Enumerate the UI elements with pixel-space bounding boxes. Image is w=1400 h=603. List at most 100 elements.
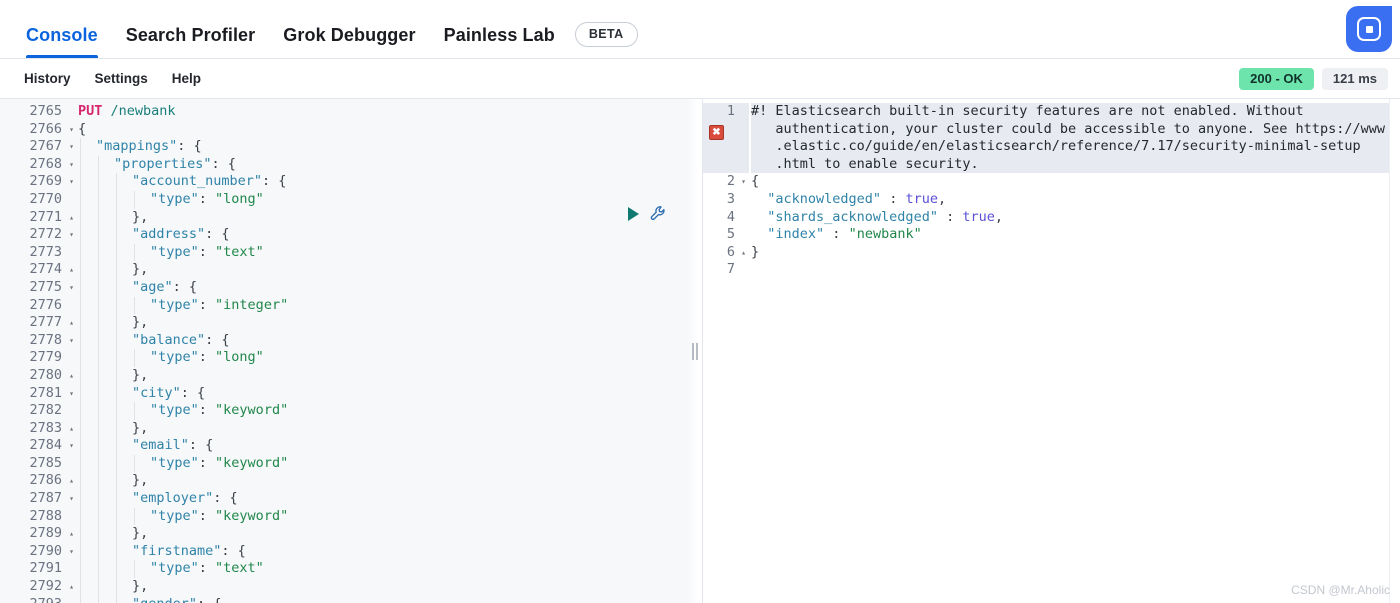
code-token-key: "email" [132, 437, 189, 454]
fold-close-icon[interactable]: ▴ [69, 578, 74, 596]
indent-guide [80, 507, 81, 526]
fold-close-icon[interactable]: ▴ [69, 261, 74, 279]
fold-close-icon[interactable]: ▴ [69, 367, 74, 385]
wrench-icon[interactable] [649, 204, 669, 224]
editor-line[interactable]: 2783 ▴}, [0, 419, 702, 438]
editor-line[interactable]: 2788 "type": "keyword" [0, 507, 702, 526]
request-status-group: 200 - OK 121 ms [1239, 67, 1388, 90]
error-icon[interactable]: ✖ [709, 125, 724, 140]
editor-line-text: }, [78, 525, 148, 543]
response-scrollbar[interactable] [1389, 99, 1400, 603]
request-editor-scroll[interactable]: 2765 PUT /newbank 2766 ▾{2767 ▾ "mappings": {… [0, 99, 702, 603]
editor-line[interactable]: 2768 ▾ "properties": { [0, 155, 702, 174]
editor-line[interactable]: 2791 "type": "text" [0, 560, 702, 579]
fold-open-icon[interactable]: ▾ [69, 490, 74, 508]
indent-guide [80, 138, 81, 156]
editor-line-number: 2776 [29, 296, 62, 313]
editor-line[interactable]: 2793▾"gender": { [0, 595, 702, 603]
response-pane[interactable]: 1 ✖ #! Elasticsearch built-in security f… [702, 98, 1400, 603]
editor-line-text: }, [78, 366, 148, 385]
editor-line-text: "type": "keyword" [78, 402, 288, 420]
fold-open-icon[interactable]: ▾ [69, 385, 74, 403]
tab-grok-debugger[interactable]: Grok Debugger [269, 26, 429, 58]
editor-line[interactable]: 2779 "type": "long" [0, 349, 702, 367]
fold-open-icon[interactable]: ▾ [69, 226, 74, 244]
fold-open-icon[interactable]: ▾ [69, 437, 74, 455]
code-token-punc: }, [132, 314, 149, 331]
fold-close-icon[interactable]: ▴ [69, 314, 74, 332]
fold-close-icon[interactable]: ▴ [69, 209, 74, 227]
editor-line[interactable]: 2775 ▾ "age": { [0, 278, 702, 297]
app-logo-button[interactable] [1346, 6, 1392, 52]
editor-line-number: 2788 [29, 507, 62, 524]
editor-line[interactable]: 2770 "type": "long" [0, 190, 702, 209]
subnav-item-history[interactable]: History [12, 71, 83, 86]
editor-line-text: "type": "keyword" [78, 454, 289, 473]
editor-line-number: 2775 ▾ [29, 278, 74, 297]
editor-line[interactable]: 2765 PUT /newbank [0, 103, 702, 121]
editor-line-number: 2784 ▾ [29, 437, 74, 455]
editor-line[interactable]: 2777 ▴}, [0, 314, 702, 332]
editor-line[interactable]: 2772 ▾ "address": { [0, 226, 702, 244]
editor-line[interactable]: 2771 ▴}, [0, 208, 702, 227]
subnav-item-help[interactable]: Help [160, 71, 213, 86]
editor-line[interactable]: 2778 ▾ "balance": { [0, 331, 702, 350]
response-warning-line: #! Elasticsearch built-in security featu… [751, 103, 1400, 121]
indent-guide [116, 190, 117, 209]
fold-open-icon[interactable]: ▾ [69, 156, 74, 174]
response-body-code[interactable]: 2 ▾{3 "acknowledged" : true, 4 "shards_ack… [703, 173, 1400, 279]
editor-line-text: "city": { [78, 384, 205, 403]
indent-guide [98, 419, 99, 438]
tab-painless-lab[interactable]: Painless Lab [430, 26, 569, 58]
editor-line[interactable]: 2774 ▴}, [0, 261, 702, 279]
editor-line[interactable]: 2776 "type": "integer" [0, 296, 702, 315]
fold-open-icon[interactable]: ▾ [69, 121, 74, 139]
editor-line[interactable]: 2792 ▴}, [0, 578, 702, 596]
editor-line[interactable]: 2790 ▾ "firstname": { [0, 542, 702, 561]
code-token-key: "type" [150, 349, 199, 366]
fold-open-icon[interactable]: ▾ [69, 173, 74, 191]
editor-line[interactable]: 2785 "type": "keyword" [0, 454, 702, 473]
editor-line[interactable]: 2766 ▾{ [0, 121, 702, 139]
code-token-str: "keyword" [215, 454, 289, 471]
code-token-key: "acknowledged" [767, 190, 882, 207]
tab-search-profiler[interactable]: Search Profiler [112, 26, 270, 58]
fold-close-icon[interactable]: ▴ [69, 472, 74, 490]
editor-line[interactable]: 2773 "type": "text" [0, 243, 702, 262]
fold-close-icon[interactable]: ▴ [741, 244, 746, 262]
fold-open-icon[interactable]: ▾ [69, 279, 74, 297]
fold-open-icon[interactable]: ▾ [741, 173, 746, 191]
response-scroll[interactable]: 1 ✖ #! Elasticsearch built-in security f… [703, 99, 1400, 603]
fold-open-icon[interactable]: ▾ [69, 543, 74, 561]
request-editor-pane[interactable]: 2765 PUT /newbank 2766 ▾{2767 ▾ "mappings": {… [0, 98, 702, 603]
request-editor-code[interactable]: 2765 PUT /newbank 2766 ▾{2767 ▾ "mappings": {… [0, 99, 702, 603]
editor-line[interactable]: 2784 ▾ "email": { [0, 437, 702, 455]
indent-guide [98, 472, 99, 491]
code-token-key: "balance" [132, 331, 206, 348]
editor-line[interactable]: 2769 ▾ "account_number": { [0, 173, 702, 191]
fold-open-icon[interactable]: ▾ [69, 138, 74, 156]
pane-splitter[interactable] [688, 99, 702, 603]
indent-guide [80, 595, 81, 603]
code-token-str: "keyword" [215, 507, 289, 524]
fold-close-icon[interactable]: ▴ [69, 420, 74, 438]
tab-console[interactable]: Console [12, 26, 112, 58]
fold-open-icon[interactable]: ▾ [69, 596, 74, 603]
editor-line[interactable]: 2789 ▴}, [0, 525, 702, 543]
indent-guide [98, 190, 99, 209]
editor-line[interactable]: 2782 "type": "keyword" [0, 402, 702, 420]
play-icon[interactable] [628, 207, 639, 221]
fold-close-icon[interactable]: ▴ [69, 525, 74, 543]
editor-line[interactable]: 2767 ▾ "mappings": { [0, 138, 702, 156]
indent-guide [116, 437, 117, 455]
editor-line[interactable]: 2787 ▾ "employer": { [0, 490, 702, 508]
editor-line[interactable]: 2786 ▴}, [0, 472, 702, 491]
fold-open-icon[interactable]: ▾ [69, 332, 74, 350]
indent-guide [80, 243, 81, 262]
response-line-number: 3 [726, 190, 735, 207]
editor-line[interactable]: 2780 ▴}, [0, 366, 702, 385]
editor-line[interactable]: 2781 ▾ "city": { [0, 384, 702, 403]
indent-guide [98, 261, 99, 279]
editor-line-text: "address": { [78, 226, 230, 244]
subnav-item-settings[interactable]: Settings [83, 71, 160, 86]
